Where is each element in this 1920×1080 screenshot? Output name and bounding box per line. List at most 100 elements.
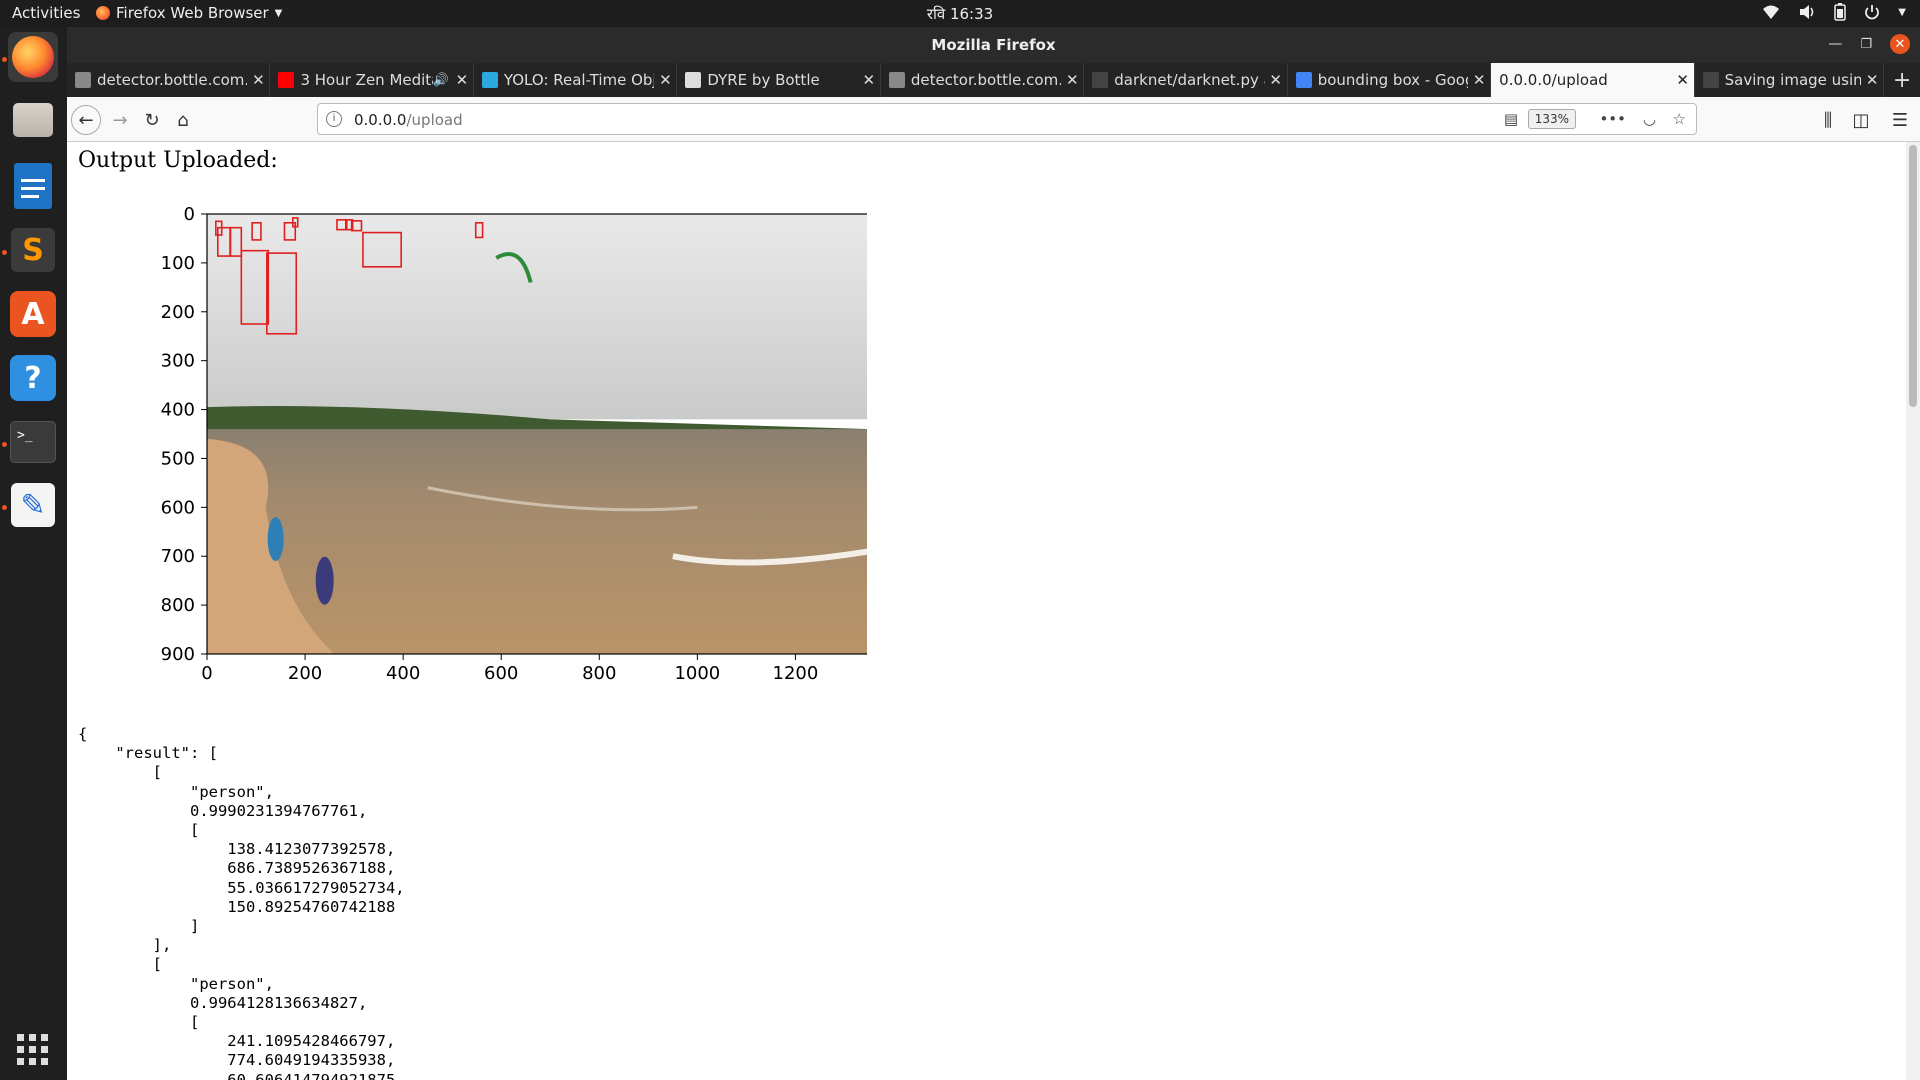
photo-person bbox=[315, 556, 334, 605]
firefox-icon bbox=[12, 36, 54, 78]
power-icon bbox=[1865, 5, 1880, 20]
system-top-bar: Activities Firefox Web Browser ▼ रवि 16:… bbox=[0, 0, 1920, 27]
reload-button[interactable]: ↻ bbox=[137, 105, 167, 135]
github-icon bbox=[1092, 72, 1109, 88]
speaker-icon[interactable]: 🔊 bbox=[433, 73, 449, 88]
y-tick-label: 400 bbox=[161, 400, 195, 421]
activities-button[interactable]: Activities bbox=[12, 4, 80, 22]
y-tick-label: 300 bbox=[161, 351, 195, 372]
dock-text-editor[interactable]: ✎ bbox=[8, 480, 58, 530]
navigation-toolbar: ← → ↻ ⌂ i 0.0.0.0/upload ▤ 133% ••• ◡ ☆ … bbox=[67, 97, 1920, 142]
sidebar-icon: ◫ bbox=[1852, 109, 1870, 131]
vertical-scrollbar[interactable] bbox=[1906, 142, 1920, 1080]
library-button[interactable]: ⫼ bbox=[1813, 105, 1843, 135]
y-tick-label: 700 bbox=[161, 546, 195, 567]
running-indicator bbox=[2, 57, 7, 62]
photo-water bbox=[207, 429, 867, 654]
app-menu[interactable]: Firefox Web Browser ▼ bbox=[96, 4, 282, 22]
sidebar-button[interactable]: ◫ bbox=[1846, 105, 1876, 135]
close-tab-icon[interactable]: ✕ bbox=[247, 71, 269, 89]
url-bar[interactable]: i 0.0.0.0/upload ▤ 133% ••• ◡ ☆ bbox=[317, 103, 1697, 135]
page-actions-icon[interactable]: ••• bbox=[1599, 110, 1626, 128]
running-indicator bbox=[2, 505, 7, 510]
close-tab-icon[interactable]: ✕ bbox=[858, 71, 880, 89]
tab-label: 0.0.0.0/upload bbox=[1499, 71, 1608, 89]
window-titlebar[interactable]: Mozilla Firefox — ❐ ✕ bbox=[67, 27, 1920, 63]
dock-sublime-text[interactable]: S bbox=[8, 225, 58, 275]
close-tab-icon[interactable]: ✕ bbox=[1468, 71, 1490, 89]
close-tab-icon[interactable]: ✕ bbox=[451, 71, 473, 89]
tab-label: Saving image using py bbox=[1724, 71, 1861, 89]
new-tab-button[interactable]: + bbox=[1884, 63, 1920, 97]
dock-writer[interactable] bbox=[8, 161, 58, 211]
tab-label: bounding box - Googl bbox=[1317, 71, 1469, 89]
info-icon[interactable]: i bbox=[326, 111, 342, 127]
zoom-level-badge[interactable]: 133% bbox=[1527, 109, 1576, 129]
tab-label: darknet/darknet.py a bbox=[1114, 71, 1265, 89]
close-tab-icon[interactable]: ✕ bbox=[1672, 71, 1694, 89]
y-tick-label: 0 bbox=[184, 204, 195, 225]
tab-2[interactable]: YOLO: Real-Time Obje ✕ bbox=[474, 63, 678, 97]
close-button[interactable]: ✕ bbox=[1890, 34, 1910, 54]
menu-button[interactable]: ☰ bbox=[1885, 105, 1915, 135]
tab-5[interactable]: darknet/darknet.py a ✕ bbox=[1084, 63, 1288, 97]
close-tab-icon[interactable]: ✕ bbox=[1861, 71, 1883, 89]
dock-help[interactable]: ? bbox=[8, 353, 58, 403]
text-editor-icon: ✎ bbox=[11, 483, 55, 527]
document-icon bbox=[14, 163, 52, 209]
terminal-icon: >_ bbox=[10, 421, 56, 463]
system-tray[interactable]: ▼ bbox=[1762, 3, 1906, 21]
tab-label: detector.bottle.com.np/ bbox=[910, 71, 1062, 89]
tab-3[interactable]: DYRE by Bottle ✕ bbox=[677, 63, 881, 97]
dock-firefox[interactable] bbox=[8, 32, 58, 82]
google-icon bbox=[1295, 72, 1312, 88]
dock-files[interactable] bbox=[8, 95, 58, 145]
reader-view-icon[interactable]: ▤ bbox=[1504, 110, 1518, 128]
dyre-icon bbox=[685, 72, 702, 88]
x-tick-label: 600 bbox=[484, 663, 518, 684]
firefox-small-icon bbox=[96, 6, 110, 20]
url-host: 0.0.0.0 bbox=[354, 111, 407, 129]
tab-7[interactable]: 0.0.0.0/upload ✕ bbox=[1491, 63, 1695, 97]
tab-6[interactable]: bounding box - Googl ✕ bbox=[1288, 63, 1492, 97]
y-tick-label: 200 bbox=[161, 302, 195, 323]
tab-8[interactable]: Saving image using py✕ bbox=[1695, 63, 1885, 97]
maximize-button[interactable]: ❐ bbox=[1860, 37, 1872, 52]
x-tick-label: 400 bbox=[386, 663, 420, 684]
show-applications-button[interactable] bbox=[8, 1025, 58, 1075]
pocket-icon[interactable]: ◡ bbox=[1643, 110, 1656, 128]
firefox-window: Mozilla Firefox — ❐ ✕ detector.bottle.co… bbox=[67, 27, 1920, 1080]
tab-0[interactable]: detector.bottle.com.np/✕ bbox=[67, 63, 271, 97]
dock-terminal[interactable]: >_ bbox=[8, 417, 58, 467]
clock[interactable]: रवि 16:33 bbox=[0, 4, 1920, 24]
y-tick-label: 800 bbox=[161, 595, 195, 616]
tab-label: DYRE by Bottle bbox=[707, 71, 820, 89]
wifi-icon bbox=[1763, 5, 1780, 19]
app-menu-label: Firefox Web Browser bbox=[116, 4, 269, 22]
x-tick-label: 0 bbox=[201, 663, 212, 684]
dock-software-center[interactable]: A bbox=[8, 289, 58, 339]
forward-button[interactable]: → bbox=[105, 105, 135, 135]
url-text[interactable]: 0.0.0.0/upload bbox=[354, 111, 463, 129]
tab-4[interactable]: detector.bottle.com.np/✕ bbox=[881, 63, 1085, 97]
minimize-button[interactable]: — bbox=[1828, 36, 1842, 52]
scrollbar-thumb[interactable] bbox=[1909, 145, 1917, 407]
page-icon bbox=[888, 72, 905, 88]
chevron-down-icon: ▼ bbox=[1898, 6, 1906, 18]
dock: S A ? >_ ✎ bbox=[0, 27, 67, 1080]
close-tab-icon[interactable]: ✕ bbox=[1061, 71, 1083, 89]
yolo-icon bbox=[481, 72, 498, 88]
close-tab-icon[interactable]: ✕ bbox=[1265, 71, 1287, 89]
x-tick-label: 200 bbox=[288, 663, 322, 684]
sublime-icon: S bbox=[11, 228, 55, 272]
y-tick-label: 500 bbox=[161, 448, 195, 469]
tab-label: YOLO: Real-Time Obje bbox=[503, 71, 655, 89]
tab-1[interactable]: 3 Hour Zen Meditat 🔊 ✕ bbox=[270, 63, 474, 97]
home-button[interactable]: ⌂ bbox=[168, 105, 198, 135]
page-heading: Output Uploaded: bbox=[78, 148, 278, 173]
bookmark-star-icon[interactable]: ☆ bbox=[1673, 110, 1686, 128]
github-icon bbox=[1702, 72, 1719, 88]
back-button[interactable]: ← bbox=[71, 105, 101, 135]
close-tab-icon[interactable]: ✕ bbox=[654, 71, 676, 89]
x-tick-label: 1000 bbox=[674, 663, 720, 684]
